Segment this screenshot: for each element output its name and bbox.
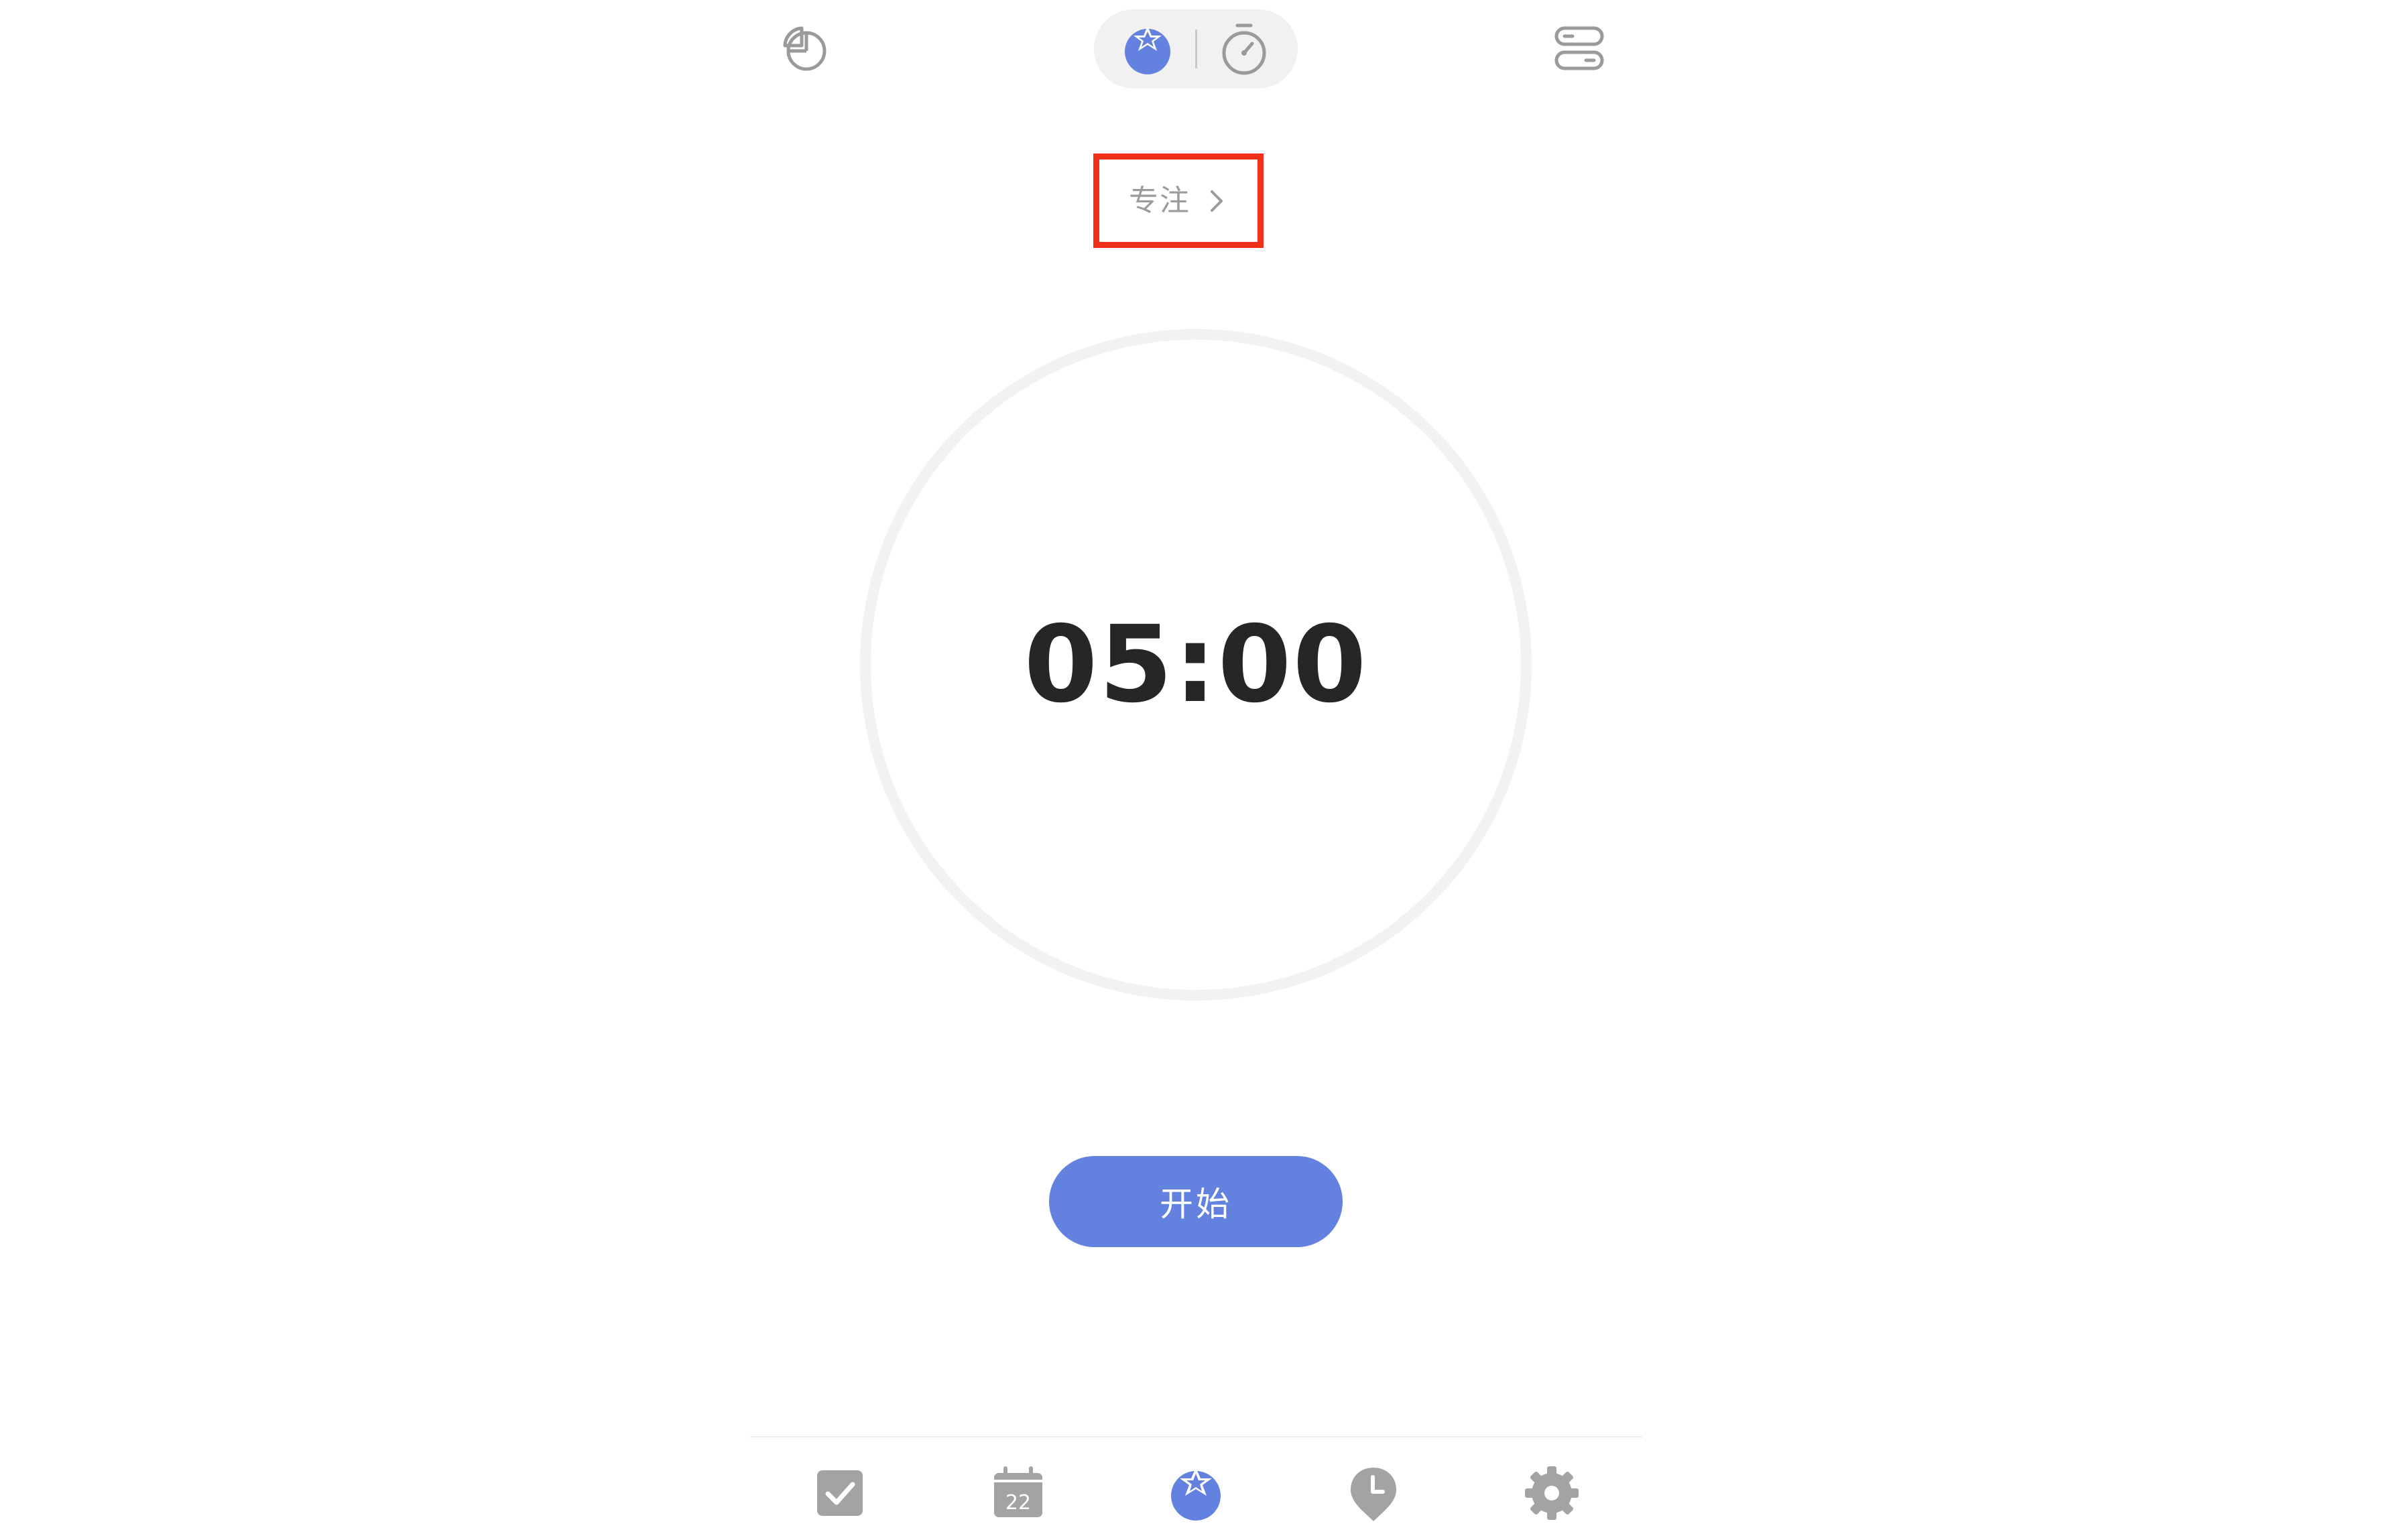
pie-chart-icon — [783, 26, 826, 71]
start-button[interactable]: 开始 — [1049, 1156, 1343, 1247]
calendar-day: 22 — [1005, 1491, 1031, 1515]
settings-gear-icon — [1525, 1466, 1579, 1520]
focus-timer-screen: 专注 05:00 开始 22 — [0, 0, 2389, 1540]
pomodoro-mode-button[interactable] — [1118, 19, 1177, 78]
layout-toggle-icon — [1554, 26, 1604, 70]
statistics-button[interactable] — [780, 21, 833, 75]
nav-settings[interactable] — [1520, 1461, 1584, 1525]
tasks-check-icon — [817, 1470, 863, 1516]
stopwatch-icon — [1222, 23, 1266, 75]
focus-label: 专注 — [1129, 183, 1190, 218]
bottom-nav-divider — [750, 1436, 1642, 1437]
focus-task-selector[interactable]: 专注 — [1093, 153, 1264, 248]
pomodoro-icon — [1125, 26, 1170, 74]
mode-switch — [1094, 9, 1298, 88]
timer-display: 05:00 — [1024, 603, 1368, 726]
habit-clock-icon — [1351, 1468, 1396, 1521]
nav-tasks[interactable] — [808, 1461, 872, 1525]
nav-calendar[interactable]: 22 — [986, 1461, 1050, 1525]
stopwatch-mode-button[interactable] — [1215, 19, 1274, 78]
nav-habits[interactable] — [1341, 1461, 1406, 1525]
layout-toggle-button[interactable] — [1552, 21, 1606, 75]
nav-pomodoro[interactable] — [1164, 1461, 1228, 1525]
chevron-right-icon — [1211, 190, 1223, 212]
pomodoro-icon — [1171, 1468, 1221, 1521]
calendar-icon: 22 — [994, 1466, 1042, 1517]
mode-divider — [1195, 29, 1197, 68]
